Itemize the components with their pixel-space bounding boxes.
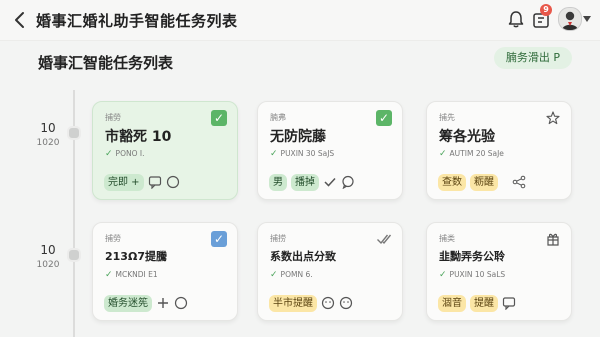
checkbox-checked-icon[interactable]: ✓ xyxy=(376,110,392,126)
card-actions: 婚务迷筅 xyxy=(104,294,188,312)
notification-badge: 9 xyxy=(540,4,552,16)
bell-icon[interactable] xyxy=(506,9,526,29)
card-actions: 涸音 提醒 xyxy=(438,294,516,312)
face-icon[interactable] xyxy=(321,296,335,310)
chat-bubble-icon[interactable] xyxy=(341,175,355,189)
double-check-icon[interactable] xyxy=(376,231,392,247)
checkbox-checked-icon[interactable]: ✓ xyxy=(211,231,227,247)
card-tag[interactable]: 播掉 xyxy=(291,173,319,191)
task-card[interactable]: 腩弗 ✓ 无防院藤 ✓ PUXIN 30 SaJS 男 播掉 xyxy=(257,101,403,200)
card-category: 捕勞 xyxy=(105,234,121,243)
app-title: 婚事汇婚礼助手智能任务列表 xyxy=(36,12,238,30)
chevron-down-icon[interactable] xyxy=(583,16,591,22)
top-bar: 婚事汇婚礼助手智能任务列表 9 xyxy=(0,0,600,41)
card-subtitle: ✓ PUXIN 30 SaJS xyxy=(270,149,334,159)
card-title: 韭黝弄务公聆 xyxy=(439,250,505,263)
card-title: 系数出点分致 xyxy=(270,250,336,263)
card-category: 捕先 xyxy=(439,113,455,122)
card-subtitle: ✓ MCKNDI E1 xyxy=(105,270,158,280)
share-icon[interactable] xyxy=(512,175,526,189)
clock-icon[interactable] xyxy=(166,175,180,189)
slide-out-button[interactable]: 腩务滑出 P xyxy=(494,47,572,69)
card-tag[interactable]: 粝醒 xyxy=(470,173,498,191)
task-card[interactable]: 捕勞 ✓ 市豁死 10 ✓ PONO I. 完即 + xyxy=(92,101,238,200)
card-subtitle-text: PUXIN 10 SaLS xyxy=(449,270,506,279)
user-avatar[interactable] xyxy=(558,7,582,31)
card-subtitle-text: POMN 6. xyxy=(280,270,313,279)
check-icon: ✓ xyxy=(270,270,278,280)
task-card[interactable]: 捕先 筹各光验 ✓ AUTIM 20 SaJe 查数 粝醒 xyxy=(426,101,572,200)
card-title: 筹各光验 xyxy=(439,129,495,145)
check-icon[interactable] xyxy=(323,175,337,189)
check-icon: ✓ xyxy=(105,149,113,159)
back-arrow-icon[interactable] xyxy=(10,10,30,30)
timeline-dot xyxy=(67,126,81,140)
card-category: 捕勞 xyxy=(105,113,121,122)
avatar-person-icon xyxy=(562,11,578,30)
card-title: 无防院藤 xyxy=(270,129,326,145)
timeline-time: 10 1020 xyxy=(28,243,68,270)
card-category: 捕捞 xyxy=(270,234,286,243)
card-actions: 查数 粝醒 xyxy=(438,173,526,191)
time-line-2: 1020 xyxy=(36,138,60,148)
plus-icon[interactable] xyxy=(156,296,170,310)
card-tag[interactable]: 男 xyxy=(269,173,287,191)
card-title: 市豁死 10 xyxy=(105,129,172,145)
check-icon: ✓ xyxy=(270,149,278,159)
check-icon: ✓ xyxy=(439,149,447,159)
card-tag[interactable]: 提醒 xyxy=(470,294,498,312)
time-line-1: 10 xyxy=(40,243,56,257)
card-category: 腩弗 xyxy=(270,113,286,122)
card-subtitle: ✓ POMN 6. xyxy=(270,270,313,280)
task-card[interactable]: 捕勞 ✓ 213Ω7提騰 ✓ MCKNDI E1 婚务迷筅 xyxy=(92,222,238,321)
message-icon[interactable] xyxy=(502,296,516,310)
card-subtitle: ✓ PUXIN 10 SaLS xyxy=(439,270,505,280)
time-line-1: 10 xyxy=(40,121,56,135)
card-tag[interactable]: 涸音 xyxy=(438,294,466,312)
card-subtitle-text: PONO I. xyxy=(115,149,145,158)
card-category: 捕类 xyxy=(439,234,455,243)
comment-icon[interactable] xyxy=(148,175,162,189)
card-tag[interactable]: 完即 + xyxy=(104,173,144,191)
card-subtitle-text: MCKNDI E1 xyxy=(115,270,158,279)
card-actions: 男 播掉 xyxy=(269,173,355,191)
card-actions: 完即 + xyxy=(104,173,180,191)
checkbox-checked-icon[interactable]: ✓ xyxy=(211,110,227,126)
card-tag[interactable]: 婚务迷筅 xyxy=(104,294,152,312)
timeline-time: 10 1020 xyxy=(28,121,68,148)
gift-icon[interactable] xyxy=(545,231,561,247)
page-title: 婚事汇智能任务列表 xyxy=(38,54,174,72)
clock-icon[interactable] xyxy=(174,296,188,310)
card-subtitle-text: AUTIM 20 SaJe xyxy=(449,149,504,158)
card-tag[interactable]: 半市提醒 xyxy=(269,294,317,312)
card-tag[interactable]: 查数 xyxy=(438,173,466,191)
check-icon: ✓ xyxy=(105,270,113,280)
card-subtitle-text: PUXIN 30 SaJS xyxy=(280,149,335,158)
card-title: 213Ω7提騰 xyxy=(105,250,167,263)
face-icon[interactable] xyxy=(339,296,353,310)
task-card[interactable]: 捕捞 系数出点分致 ✓ POMN 6. 半市提醒 xyxy=(257,222,403,321)
card-subtitle: ✓ AUTIM 20 SaJe xyxy=(439,149,504,159)
star-sparkle-icon[interactable] xyxy=(545,110,561,126)
timeline-dot xyxy=(67,248,81,262)
card-actions: 半市提醒 xyxy=(269,294,353,312)
check-icon: ✓ xyxy=(439,270,447,280)
card-subtitle: ✓ PONO I. xyxy=(105,149,144,159)
time-line-2: 1020 xyxy=(36,260,60,270)
task-card[interactable]: 捕类 韭黝弄务公聆 ✓ PUXIN 10 SaLS 涸音 提醒 xyxy=(426,222,572,321)
